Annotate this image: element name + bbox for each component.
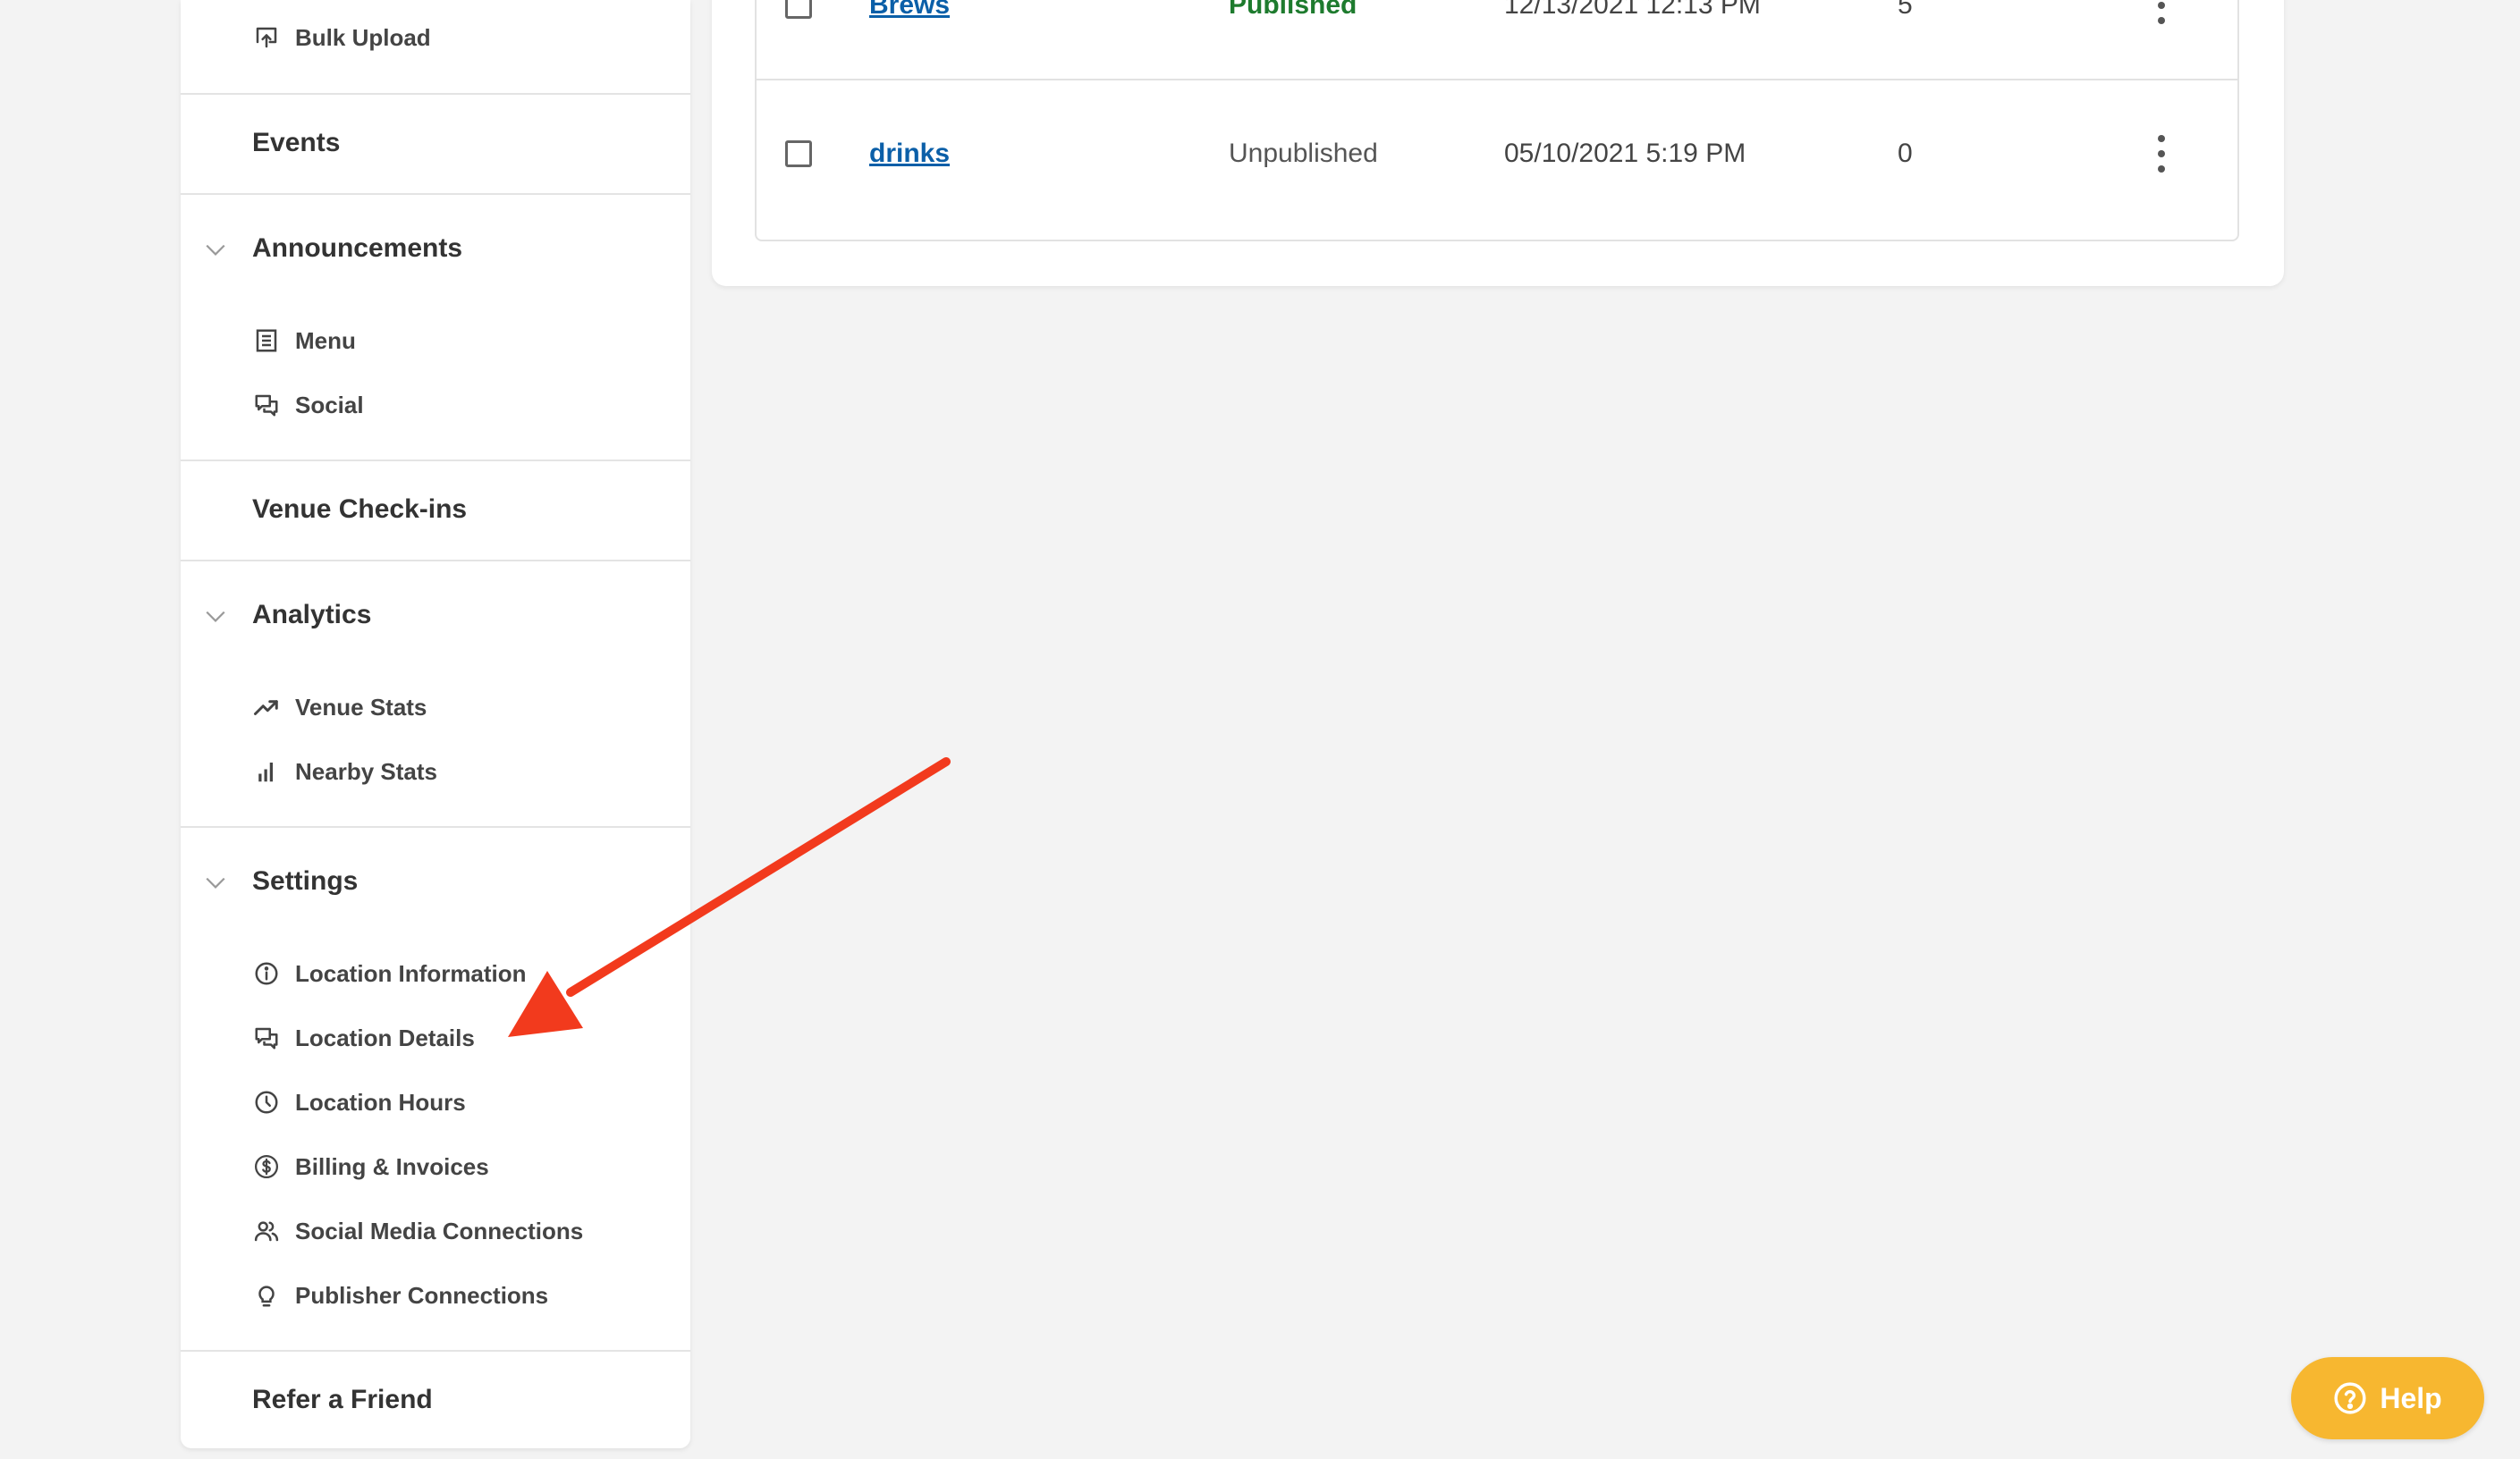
sidebar: Bulk Upload Events Announcements Menu So… xyxy=(181,0,690,1448)
sidebar-item-location-details[interactable]: Location Details xyxy=(181,1014,690,1062)
section-label: Announcements xyxy=(252,233,463,263)
date-text: 12/13/2021 12:13 PM xyxy=(1504,0,1761,20)
section-label: Venue Check-ins xyxy=(252,494,468,524)
sidebar-item-label: Bulk Upload xyxy=(295,23,431,51)
divider xyxy=(181,1350,690,1352)
section-label: Events xyxy=(252,128,341,157)
sidebar-item-label: Publisher Connections xyxy=(295,1281,549,1309)
sidebar-item-label: Social xyxy=(295,391,364,418)
sidebar-item-label: Billing & Invoices xyxy=(295,1152,489,1180)
row-name-link[interactable]: drinks xyxy=(869,139,950,169)
row-name-link[interactable]: Brews xyxy=(869,0,950,21)
status-text: Unpublished xyxy=(1229,139,1378,168)
status-text: Published xyxy=(1229,0,1357,20)
sidebar-item-label: Social Media Connections xyxy=(295,1217,584,1244)
sidebar-item-venue-stats[interactable]: Venue Stats xyxy=(181,683,690,731)
row-checkbox[interactable] xyxy=(785,140,812,167)
question-icon xyxy=(2334,1382,2366,1414)
chat-icon xyxy=(252,391,281,419)
divider xyxy=(181,560,690,561)
divider xyxy=(181,193,690,195)
sidebar-item-label: Menu xyxy=(295,326,356,354)
upload-icon xyxy=(252,23,281,52)
sidebar-section-refer-a-friend[interactable]: Refer a Friend xyxy=(181,1373,690,1427)
row-checkbox[interactable] xyxy=(785,0,812,19)
sidebar-item-bulk-upload[interactable]: Bulk Upload xyxy=(181,13,690,62)
sidebar-section-announcements[interactable]: Announcements xyxy=(181,222,690,275)
sidebar-item-location-information[interactable]: Location Information xyxy=(181,949,690,998)
chevron-down-icon xyxy=(206,877,225,889)
divider xyxy=(181,460,690,461)
bar-chart-icon xyxy=(252,757,281,786)
sidebar-item-social[interactable]: Social xyxy=(181,381,690,429)
chevron-down-icon xyxy=(206,244,225,256)
date-text: 05/10/2021 5:19 PM xyxy=(1504,139,1746,168)
items-table: Brews Published 12/13/2021 12:13 PM 5 dr… xyxy=(755,0,2239,241)
sidebar-section-events[interactable]: Events xyxy=(181,116,690,170)
count-text: 0 xyxy=(1898,139,1913,168)
more-options-icon[interactable] xyxy=(2155,0,2168,24)
sidebar-item-billing-invoices[interactable]: Billing & Invoices xyxy=(181,1143,690,1191)
content-card: Brews Published 12/13/2021 12:13 PM 5 dr… xyxy=(712,0,2284,286)
trending-up-icon xyxy=(252,693,281,721)
sidebar-section-analytics[interactable]: Analytics xyxy=(181,588,690,642)
sidebar-item-social-media-connections[interactable]: Social Media Connections xyxy=(181,1207,690,1255)
clock-icon xyxy=(252,1088,281,1117)
more-options-icon[interactable] xyxy=(2155,135,2168,173)
sidebar-item-location-hours[interactable]: Location Hours xyxy=(181,1078,690,1126)
section-label: Refer a Friend xyxy=(252,1385,433,1414)
divider xyxy=(181,826,690,828)
dollar-icon xyxy=(252,1152,281,1181)
chat-icon xyxy=(252,1024,281,1052)
sidebar-item-menu[interactable]: Menu xyxy=(181,316,690,365)
sidebar-item-label: Nearby Stats xyxy=(295,757,437,785)
table-row: drinks Unpublished 05/10/2021 5:19 PM 0 xyxy=(757,80,2237,227)
count-text: 5 xyxy=(1898,0,1913,20)
menu-list-icon xyxy=(252,326,281,355)
sidebar-item-label: Location Information xyxy=(295,959,527,987)
section-label: Settings xyxy=(252,866,359,896)
sidebar-section-venue-checkins[interactable]: Venue Check-ins xyxy=(181,483,690,536)
divider xyxy=(181,93,690,95)
sidebar-section-settings[interactable]: Settings xyxy=(181,855,690,908)
help-button[interactable]: Help xyxy=(2291,1357,2484,1439)
sidebar-item-label: Location Hours xyxy=(295,1088,466,1116)
sidebar-item-nearby-stats[interactable]: Nearby Stats xyxy=(181,747,690,796)
sidebar-item-label: Venue Stats xyxy=(295,693,427,721)
info-icon xyxy=(252,959,281,988)
sidebar-item-publisher-connections[interactable]: Publisher Connections xyxy=(181,1271,690,1320)
users-icon xyxy=(252,1217,281,1245)
table-row: Brews Published 12/13/2021 12:13 PM 5 xyxy=(757,0,2237,80)
sidebar-item-label: Location Details xyxy=(295,1024,475,1051)
lightbulb-icon xyxy=(252,1281,281,1310)
section-label: Analytics xyxy=(252,600,372,629)
help-label: Help xyxy=(2380,1381,2442,1414)
chevron-down-icon xyxy=(206,611,225,622)
